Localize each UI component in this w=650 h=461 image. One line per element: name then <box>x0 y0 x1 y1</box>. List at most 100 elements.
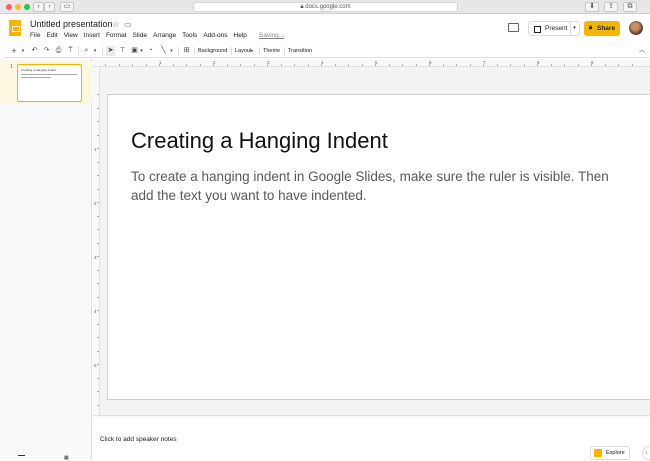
shape-icon[interactable]: ◔ <box>146 46 155 56</box>
ruler-tick <box>240 64 241 66</box>
download-button[interactable]: ⬇ <box>585 2 599 12</box>
ruler-tick <box>97 337 99 338</box>
ruler-tick <box>510 64 511 66</box>
minimize-window-button[interactable] <box>15 4 21 10</box>
ruler-tick <box>97 94 99 95</box>
new-slide-dropdown-icon[interactable]: ▾ <box>20 46 26 56</box>
add-comment-icon[interactable]: ⊞ <box>182 46 191 56</box>
menu-insert[interactable]: Insert <box>84 32 100 42</box>
layout-dropdown-icon[interactable]: ▾ <box>251 46 253 56</box>
background-button[interactable]: Background <box>198 46 227 56</box>
slide[interactable]: Creating a Hanging Indent To create a ha… <box>107 94 650 400</box>
ruler-tick <box>321 64 322 66</box>
menu-slide[interactable]: Slide <box>133 32 147 42</box>
ruler-tick <box>199 64 201 66</box>
collapse-menus-icon[interactable]: ︿ <box>638 46 646 56</box>
divider <box>194 47 195 55</box>
menu-edit[interactable]: Edit <box>46 32 57 42</box>
paint-format-icon[interactable]: ⍑ <box>66 46 75 56</box>
ruler-tick <box>132 64 133 66</box>
ruler-tick <box>97 391 99 392</box>
slide-body-text[interactable]: To create a hanging indent in Google Sli… <box>131 167 621 205</box>
line-icon[interactable]: ╲ <box>159 46 168 56</box>
filmstrip-view-icon[interactable] <box>18 455 25 459</box>
ruler-tick <box>97 310 99 311</box>
layout-button[interactable]: Layout <box>235 46 252 56</box>
tabs-button[interactable]: ⧉ <box>623 2 637 12</box>
ruler-tick <box>334 64 336 66</box>
share-page-button[interactable]: ⇪ <box>604 2 618 12</box>
zoom-icon[interactable]: ⌕ <box>82 46 91 56</box>
select-cursor-icon[interactable]: ➤ <box>106 46 115 56</box>
menu-tools[interactable]: Tools <box>182 32 197 42</box>
comment-history-icon[interactable] <box>508 23 519 32</box>
ruler-tick <box>97 377 99 379</box>
present-dropdown-button[interactable]: ▾ <box>570 21 580 36</box>
print-icon[interactable]: ⎙ <box>54 46 63 56</box>
divider <box>231 47 232 55</box>
ruler-tick <box>97 148 99 149</box>
horizontal-ruler[interactable]: 1 2 3 4 5 6 7 8 9 <box>93 59 650 67</box>
ruler-tick <box>159 64 160 66</box>
slide-number: 1 <box>10 64 13 70</box>
line-dropdown-icon[interactable]: ▾ <box>169 46 174 56</box>
slide-thumbnail-item[interactable]: 1 Creating a Hanging Indent <box>0 61 92 103</box>
ruler-tick <box>388 64 390 66</box>
slide-title[interactable]: Creating a Hanging Indent <box>131 128 388 154</box>
image-dropdown-icon[interactable]: ▾ <box>139 46 144 56</box>
close-window-button[interactable] <box>6 4 12 10</box>
menu-help[interactable]: Help <box>234 32 247 42</box>
slide-thumbnail[interactable]: Creating a Hanging Indent <box>17 64 82 102</box>
vertical-ruler[interactable]: 1 2 3 4 5 <box>93 67 100 415</box>
image-icon[interactable]: ▣ <box>130 46 139 56</box>
slides-logo-icon[interactable] <box>9 20 21 36</box>
back-button[interactable]: ‹ <box>33 2 44 12</box>
ruler-tick <box>577 64 579 66</box>
present-button[interactable]: Present <box>528 21 571 36</box>
new-slide-icon[interactable]: + <box>10 46 18 56</box>
notes-resize-handle[interactable] <box>93 415 650 418</box>
presentation-title[interactable]: Untitled presentation <box>30 19 113 29</box>
menu-arrange[interactable]: Arrange <box>153 32 176 42</box>
redo-icon[interactable]: ↷ <box>42 46 51 56</box>
filmstrip-panel: 1 Creating a Hanging Indent <box>0 59 92 459</box>
forward-button[interactable]: › <box>44 2 55 12</box>
toolbar: + ▾ ↶ ↷ ⎙ ⍑ ⌕ ▾ ➤ ⊤ ▣ ▾ ◔ ╲ ▾ ⊞ Backgrou… <box>4 44 650 58</box>
text-box-icon[interactable]: ⊤ <box>118 46 127 56</box>
ruler-tick <box>307 64 309 66</box>
ruler-tick <box>145 64 147 66</box>
zoom-window-button[interactable] <box>24 4 30 10</box>
menu-view[interactable]: View <box>64 32 78 42</box>
menu-format[interactable]: Format <box>106 32 127 42</box>
ruler-tick <box>631 64 633 66</box>
menu-file[interactable]: File <box>30 32 40 42</box>
ruler-tick <box>97 107 99 109</box>
transition-button[interactable]: Transition <box>288 46 312 56</box>
address-bar[interactable]: 🔒︎ docs.google.com <box>193 2 458 12</box>
saving-status[interactable]: Saving... <box>259 32 284 42</box>
divider <box>102 47 103 55</box>
zoom-dropdown-icon[interactable]: ▾ <box>92 46 98 56</box>
ruler-tick <box>97 404 99 406</box>
ruler-tick <box>97 161 99 163</box>
ruler-tick <box>97 121 99 122</box>
theme-button[interactable]: Theme <box>263 46 280 56</box>
grid-view-icon[interactable]: ▦ <box>64 455 69 461</box>
ruler-tick <box>469 64 471 66</box>
avatar[interactable] <box>629 21 643 35</box>
url-text: docs.google.com <box>305 4 351 10</box>
ruler-tick <box>97 350 99 352</box>
share-button[interactable]: 🔒︎ Share <box>584 21 620 36</box>
lock-icon: 🔒︎ <box>589 25 593 31</box>
star-icon[interactable]: ☆ <box>112 20 119 29</box>
lock-icon: 🔒︎ <box>300 4 304 10</box>
ruler-tick <box>97 364 99 365</box>
side-panel-toggle[interactable]: ‹ <box>642 446 650 460</box>
menu-addons[interactable]: Add-ons <box>203 32 227 42</box>
folder-icon[interactable]: ▭ <box>124 20 132 29</box>
ruler-tick <box>118 64 120 66</box>
sidebar-toggle-button[interactable]: ▭ <box>60 2 74 12</box>
speaker-notes-placeholder[interactable]: Click to add speaker notes <box>100 436 177 443</box>
ruler-tick <box>97 269 99 271</box>
undo-icon[interactable]: ↶ <box>30 46 39 56</box>
